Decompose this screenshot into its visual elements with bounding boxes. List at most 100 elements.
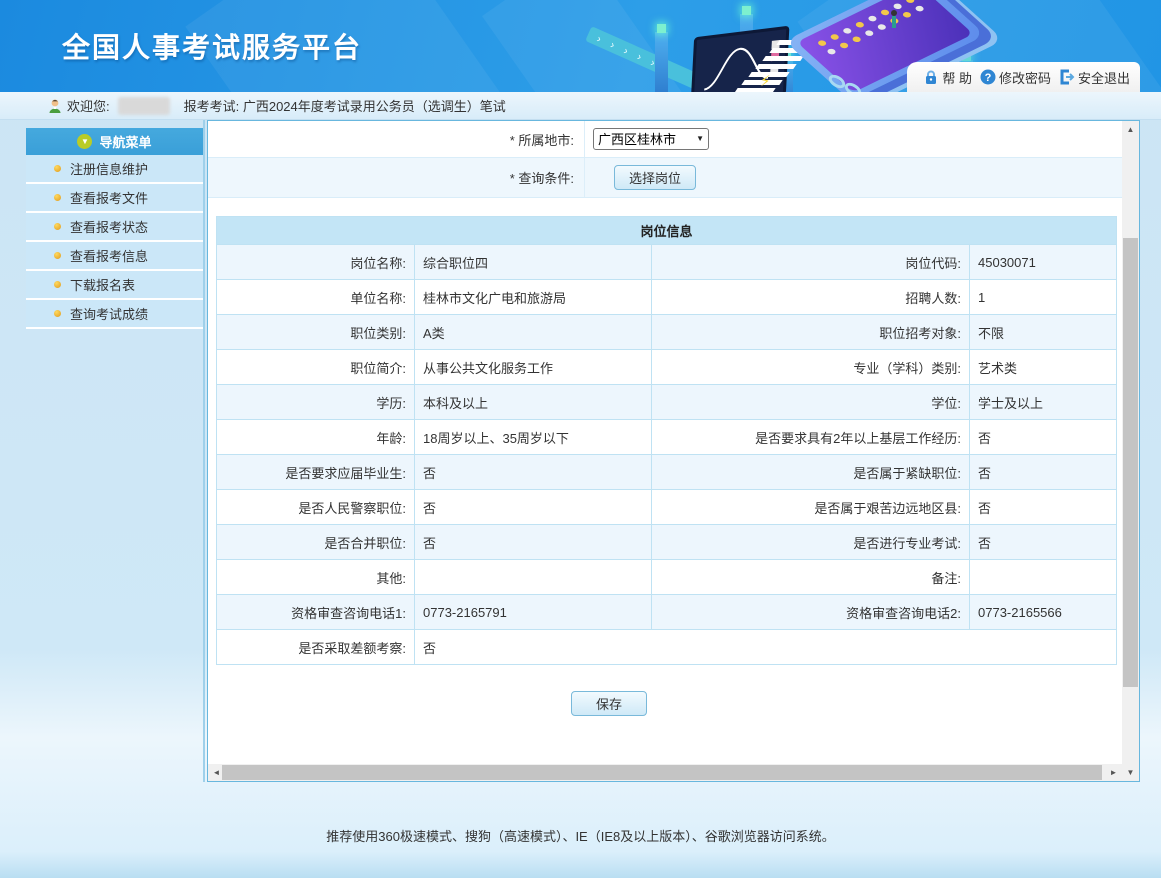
sidebar-item-exam-documents[interactable]: 查看报考文件 [26,184,203,213]
table-row: 岗位名称: 综合职位四 岗位代码: 45030071 [217,245,1117,280]
row-label: 专业（学科）类别: [652,350,970,385]
change-password-label: 修改密码 [999,68,1051,87]
sidebar-item-label: 查询考试成绩 [70,304,148,323]
row-value: 学士及以上 [970,385,1117,420]
sidebar-item-label: 查看报考状态 [70,217,148,236]
illustration-stair-step [755,64,796,69]
page: ⚡ 全国人事考试服务平台 帮 助 [0,0,1161,878]
row-label: 是否进行专业考试: [652,525,970,560]
vertical-scrollbar[interactable]: ▲ ▼ [1122,121,1139,781]
bullet-icon [54,165,61,172]
row-value: A类 [415,315,652,350]
condition-label: * 查询条件: [208,158,585,197]
row-label: 岗位代码: [652,245,970,280]
change-password-link[interactable]: ? 修改密码 [980,68,1051,87]
table-row: 是否采取差额考察: 否 [217,630,1117,665]
row-value: 否 [970,455,1117,490]
row-value: 艺术类 [970,350,1117,385]
horizontal-scrollbar[interactable]: ◄ ► [208,764,1122,781]
sidebar-item-label: 注册信息维护 [70,159,148,178]
row-value: 否 [415,490,652,525]
row-label: 是否人民警察职位: [217,490,415,525]
bullet-icon [54,310,61,317]
row-value: 否 [415,455,652,490]
row-value: 45030071 [970,245,1117,280]
illustration-stair-step [762,56,803,61]
sidebar-header[interactable]: ▼ 导航菜单 [26,128,203,155]
svg-text:?: ? [985,72,992,84]
quick-links-bar: 帮 助 ? 修改密码 安全退出 [907,62,1140,92]
sidebar-item-register-info[interactable]: 注册信息维护 [26,155,203,184]
row-value: 本科及以上 [415,385,652,420]
table-row: 其他: 备注: [217,560,1117,595]
condition-form-row: * 查询条件: 选择岗位 [208,158,1122,198]
row-value [415,560,652,595]
row-value: 综合职位四 [415,245,652,280]
scroll-down-arrow-icon[interactable]: ▼ [1122,764,1139,781]
row-label: 职位类别: [217,315,415,350]
row-label: 是否合并职位: [217,525,415,560]
save-button[interactable]: 保存 [571,691,647,716]
horizontal-scrollbar-thumb[interactable] [222,765,1102,780]
sidebar-item-label: 查看报考信息 [70,246,148,265]
help-link[interactable]: 帮 助 [923,68,972,87]
job-info-table: 岗位信息 岗位名称: 综合职位四 岗位代码: 45030071 单位名称: 桂林… [216,216,1117,665]
welcome-label: 欢迎您: [67,96,110,115]
row-label: 岗位名称: [217,245,415,280]
sidebar-header-label: 导航菜单 [99,132,151,151]
scroll-up-arrow-icon[interactable]: ▲ [1122,121,1139,138]
user-avatar-icon [47,98,63,114]
row-value: 1 [970,280,1117,315]
city-select[interactable]: 广西区桂林市 [594,129,708,149]
help-label: 帮 助 [942,68,972,87]
row-value: 否 [970,525,1117,560]
logout-link[interactable]: 安全退出 [1059,68,1130,87]
bullet-icon [54,252,61,259]
select-post-button[interactable]: 选择岗位 [614,165,696,190]
bullet-icon [54,281,61,288]
exam-title-label: 报考考试: 广西2024年度考试录用公务员（选调生）笔试 [184,96,506,115]
row-value: 否 [415,525,652,560]
table-row: 是否合并职位: 否 是否进行专业考试: 否 [217,525,1117,560]
bullet-icon [54,194,61,201]
question-icon: ? [980,69,996,85]
illustration-person [892,16,896,28]
row-label: 学位: [652,385,970,420]
sidebar-item-application-status[interactable]: 查看报考状态 [26,213,203,242]
row-value: 否 [970,490,1117,525]
lock-icon [923,69,939,85]
table-row: 是否要求应届毕业生: 否 是否属于紧缺职位: 否 [217,455,1117,490]
redacted-username [118,97,170,115]
sidebar-item-exam-results[interactable]: 查询考试成绩 [26,300,203,329]
vertical-scrollbar-thumb[interactable] [1123,238,1138,687]
row-label: 职位简介: [217,350,415,385]
scroll-right-arrow-icon[interactable]: ► [1105,764,1122,781]
table-row: 资格审查咨询电话1: 0773-2165791 资格审查咨询电话2: 0773-… [217,595,1117,630]
table-row: 学历: 本科及以上 学位: 学士及以上 [217,385,1117,420]
row-label: 招聘人数: [652,280,970,315]
page-title: 全国人事考试服务平台 [62,26,362,66]
app-header: ⚡ 全国人事考试服务平台 帮 助 [0,0,1161,92]
row-value: 0773-2165791 [415,595,652,630]
row-label: 是否属于艰苦边远地区县: [652,490,970,525]
row-label: 是否要求应届毕业生: [217,455,415,490]
content-panel: * 所属地市: 广西区桂林市 ▼ * 查询条件: 选择岗位 [207,120,1140,782]
row-label: 年龄: [217,420,415,455]
row-label: 学历: [217,385,415,420]
city-form-row: * 所属地市: 广西区桂林市 ▼ [208,121,1122,158]
row-value: 否 [970,420,1117,455]
row-label: 单位名称: [217,280,415,315]
sidebar-item-label: 下载报名表 [70,275,135,294]
illustration-pillar [655,32,668,92]
row-value: 0773-2165566 [970,595,1117,630]
row-value: 否 [415,630,1117,665]
row-label: 是否采取差额考察: [217,630,415,665]
sidebar-item-download-form[interactable]: 下载报名表 [26,271,203,300]
chevron-down-icon: ▼ [77,134,92,149]
save-button-row: 保存 [208,691,1122,716]
sidebar-item-application-info[interactable]: 查看报考信息 [26,242,203,271]
row-label: 资格审查咨询电话1: [217,595,415,630]
row-label: 资格审查咨询电话2: [652,595,970,630]
row-value: 桂林市文化广电和旅游局 [415,280,652,315]
table-row: 单位名称: 桂林市文化广电和旅游局 招聘人数: 1 [217,280,1117,315]
